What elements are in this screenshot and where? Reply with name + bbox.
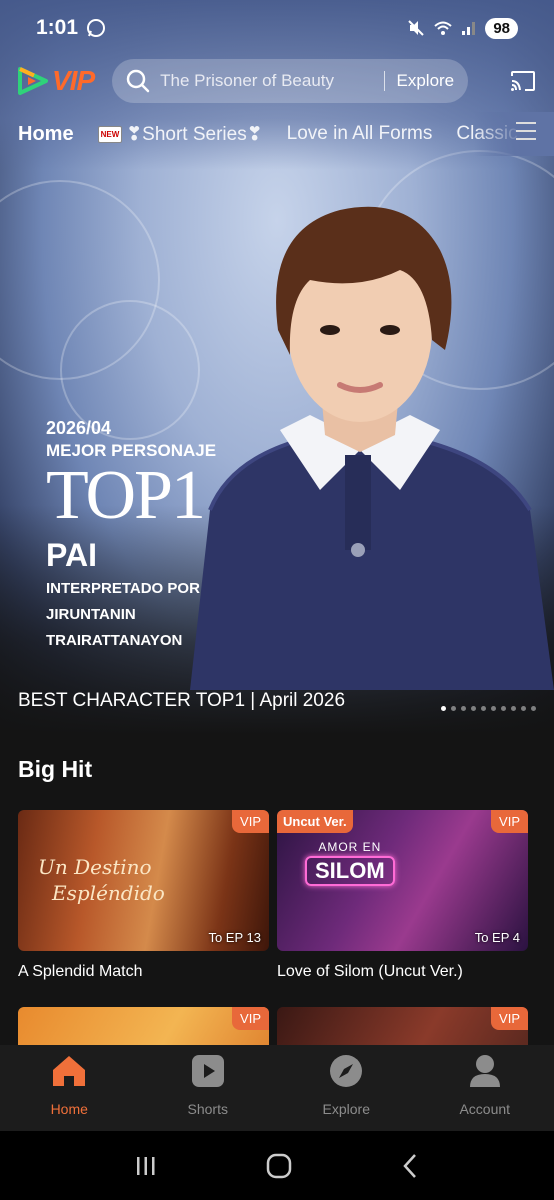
hero-credit-1: INTERPRETADO POR [46,580,200,597]
hero-overlay-text: 2026/04 MEJOR PERSONAJE TOP1 PAI INTERPR… [46,418,216,652]
card-title[interactable]: A Splendid Match [18,963,269,981]
whatsapp-icon [87,19,106,37]
app-header: VIP The Prisoner of Beauty Explore [0,58,554,104]
cast-icon [511,71,535,91]
cast-button[interactable] [508,66,538,96]
vip-badge: VIP [232,1007,269,1030]
nav-shorts-label: Shorts [187,1101,228,1117]
back-icon[interactable] [400,1153,420,1179]
signal-icon [462,22,476,35]
hero-credit-2: JIRUNTANIN [46,606,136,623]
section-title: Big Hit [18,756,93,782]
episode-label: To EP 4 [474,930,520,945]
pagination-dot[interactable] [461,706,466,711]
content-card[interactable]: AMOR EN SILOM Uncut Ver. VIP To EP 4 Lov… [277,810,528,981]
search-icon [126,69,150,93]
pagination-dot[interactable] [441,706,446,711]
hero-rank: TOP1 [46,457,206,534]
nav-shorts[interactable]: Shorts [139,1045,278,1131]
vip-badge: VIP [491,810,528,833]
tabs-fade [474,112,554,156]
system-navigation-bar [0,1131,554,1200]
hero-credit-3: TRAIRATTANAYON [46,632,183,649]
home-system-icon[interactable] [266,1153,292,1179]
play-square-icon [190,1053,226,1089]
person-icon [467,1053,503,1089]
hero-caption[interactable]: BEST CHARACTER TOP1 | April 2026 [18,690,345,712]
hero-portrait[interactable] [170,190,554,690]
recent-apps-icon[interactable] [134,1154,158,1178]
tabs-menu-icon[interactable] [516,122,536,146]
explore-button[interactable]: Explore [397,71,455,91]
vip-badge: VIP [491,1007,528,1030]
tab-short-series[interactable]: NEW ❣Short Series❣ [97,123,263,146]
app-logo[interactable]: VIP [16,65,95,97]
uncut-badge: Uncut Ver. [277,810,353,833]
card-title[interactable]: Love of Silom (Uncut Ver.) [277,963,528,981]
tab-home[interactable]: Home [18,123,74,146]
new-badge: NEW [97,125,123,143]
search-divider [383,71,385,91]
hero-pagination [441,706,536,711]
vip-badge: VIP [232,810,269,833]
compass-icon [328,1053,364,1089]
pagination-dot[interactable] [471,706,476,711]
logo-play-icon [18,67,48,95]
category-tabs: Home NEW ❣Short Series❣ Love in All Form… [0,112,554,156]
pagination-dot[interactable] [451,706,456,711]
nav-explore-label: Explore [322,1101,370,1117]
tab-short-series-label: ❣Short Series❣ [126,123,263,145]
nav-explore[interactable]: Explore [277,1045,416,1131]
nav-home-label: Home [50,1101,88,1117]
pagination-dot[interactable] [491,706,496,711]
logo-vip-text: VIP [52,65,95,96]
pagination-dot[interactable] [501,706,506,711]
episode-label: To EP 13 [208,930,261,945]
search-bar[interactable]: The Prisoner of Beauty Explore [112,59,469,103]
pagination-dot[interactable] [521,706,526,711]
pagination-dot[interactable] [481,706,486,711]
hero-character: PAI [46,537,97,573]
hero-date: 2026/04 [46,418,112,438]
status-bar: 1:01 98 [0,0,554,56]
card-thumbnail[interactable]: Un Destino Espléndido VIP To EP 13 [18,810,269,951]
mute-icon [408,20,425,36]
battery-indicator: 98 [485,17,518,39]
status-time: 1:01 [36,16,79,39]
card-thumbnail[interactable]: AMOR EN SILOM Uncut Ver. VIP To EP 4 [277,810,528,951]
pagination-dot[interactable] [531,706,536,711]
card-art-text: AMOR EN SILOM [305,840,395,886]
card-art-text: Un Destino Espléndido [38,855,165,905]
nav-account[interactable]: Account [416,1045,554,1131]
bottom-navigation: Home Shorts Explore Account [0,1045,554,1131]
nav-home[interactable]: Home [0,1045,139,1131]
home-icon [51,1053,87,1089]
wifi-icon [434,21,452,35]
content-card[interactable]: Un Destino Espléndido VIP To EP 13 A Spl… [18,810,269,981]
tab-love-in-all-forms[interactable]: Love in All Forms [287,123,433,145]
search-input[interactable]: The Prisoner of Beauty [160,71,371,91]
pagination-dot[interactable] [511,706,516,711]
nav-account-label: Account [459,1101,511,1117]
